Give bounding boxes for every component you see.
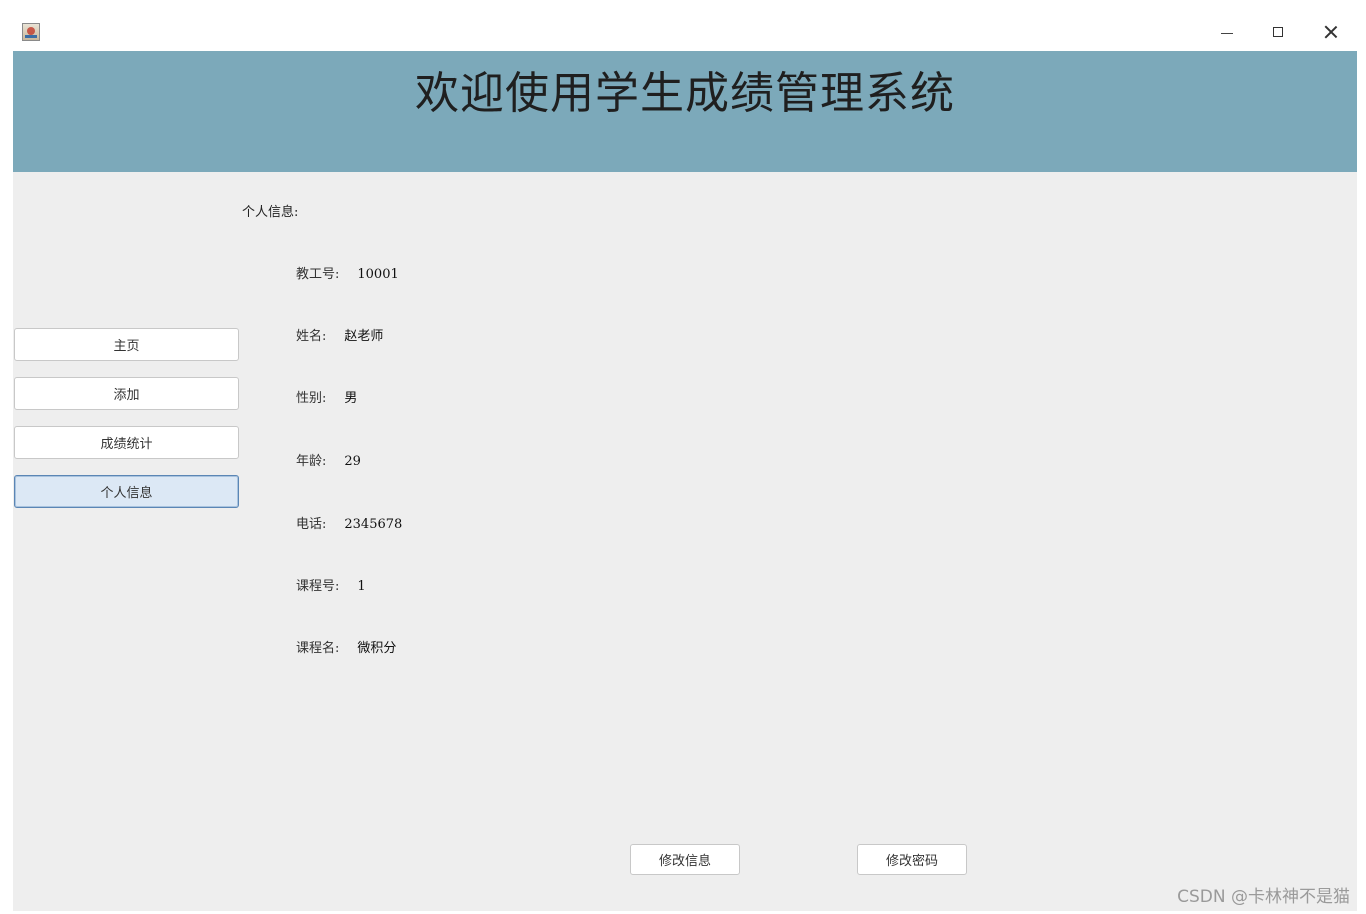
gender-value: 男 bbox=[344, 391, 358, 406]
nav-profile-label: 个人信息 bbox=[100, 486, 153, 501]
minimize-icon bbox=[1221, 32, 1233, 34]
nav-statistics-label: 成绩统计 bbox=[100, 437, 153, 452]
gender-row: 性别: 男 bbox=[296, 387, 357, 406]
name-value: 赵老师 bbox=[344, 329, 384, 344]
staff-id-label: 教工号: bbox=[296, 267, 340, 282]
nav-add-button[interactable]: 添加 bbox=[14, 377, 239, 410]
maximize-button[interactable] bbox=[1263, 18, 1293, 46]
edit-info-button[interactable]: 修改信息 bbox=[630, 844, 740, 875]
change-password-button[interactable]: 修改密码 bbox=[857, 844, 967, 875]
title-bar bbox=[0, 0, 1366, 50]
phone-value: 2345678 bbox=[344, 517, 403, 532]
staff-id-value: 10001 bbox=[357, 267, 399, 282]
watermark-text: CSDN @卡林神不是猫 bbox=[1177, 887, 1350, 907]
course-name-value: 微积分 bbox=[357, 641, 397, 656]
name-row: 姓名: 赵老师 bbox=[296, 325, 383, 344]
main-content: 欢迎使用学生成绩管理系统 主页 添加 成绩统计 个人信息 个人信息: 教工号: 1… bbox=[13, 51, 1357, 911]
name-label: 姓名: bbox=[296, 329, 327, 344]
age-value: 29 bbox=[344, 454, 361, 469]
close-button[interactable] bbox=[1316, 18, 1346, 46]
age-row: 年龄: 29 bbox=[296, 450, 361, 469]
nav-home-button[interactable]: 主页 bbox=[14, 328, 239, 361]
age-label: 年龄: bbox=[296, 454, 327, 469]
maximize-icon bbox=[1273, 27, 1283, 37]
course-id-row: 课程号: 1 bbox=[296, 575, 366, 594]
nav-home-label: 主页 bbox=[113, 339, 140, 354]
phone-row: 电话: 2345678 bbox=[296, 513, 402, 532]
course-name-label: 课程名: bbox=[296, 641, 340, 656]
nav-add-label: 添加 bbox=[113, 388, 140, 403]
header-banner: 欢迎使用学生成绩管理系统 bbox=[13, 51, 1357, 172]
nav-statistics-button[interactable]: 成绩统计 bbox=[14, 426, 239, 459]
course-name-row: 课程名: 微积分 bbox=[296, 637, 396, 656]
app-window: 欢迎使用学生成绩管理系统 主页 添加 成绩统计 个人信息 个人信息: 教工号: 1… bbox=[0, 0, 1366, 914]
gender-label: 性别: bbox=[296, 391, 327, 406]
phone-label: 电话: bbox=[296, 517, 327, 532]
profile-section-label: 个人信息: bbox=[242, 205, 299, 220]
change-password-label: 修改密码 bbox=[885, 854, 938, 869]
edit-info-label: 修改信息 bbox=[658, 854, 711, 869]
java-app-icon bbox=[22, 23, 40, 41]
page-title: 欢迎使用学生成绩管理系统 bbox=[415, 68, 955, 119]
close-icon bbox=[1324, 25, 1338, 39]
staff-id-row: 教工号: 10001 bbox=[296, 263, 399, 282]
course-id-value: 1 bbox=[357, 579, 366, 594]
course-id-label: 课程号: bbox=[296, 579, 340, 594]
minimize-button[interactable] bbox=[1212, 18, 1242, 46]
nav-profile-button[interactable]: 个人信息 bbox=[14, 475, 239, 508]
